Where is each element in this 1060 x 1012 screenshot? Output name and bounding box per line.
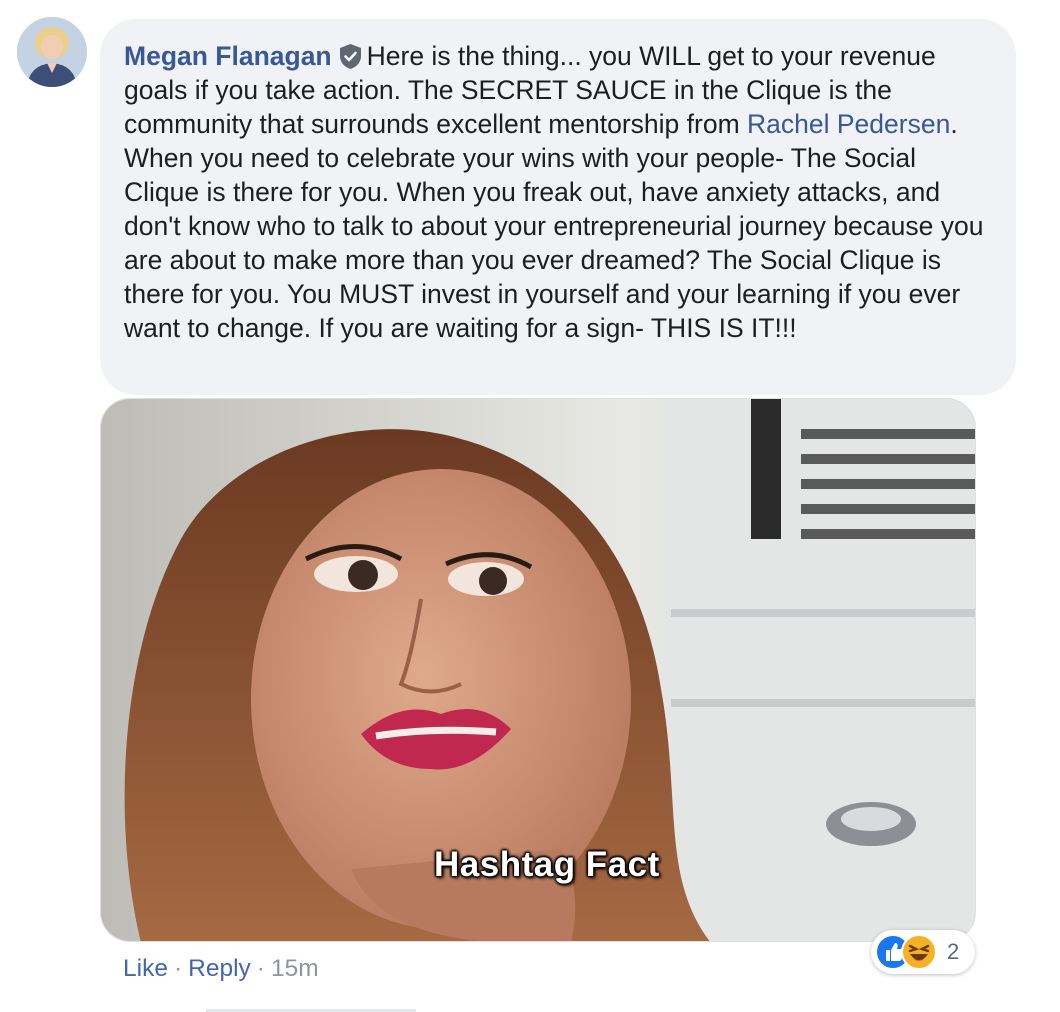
gif-caption: Hashtag Fact — [434, 845, 660, 884]
separator: · — [173, 955, 183, 982]
haha-icon — [901, 934, 937, 970]
comment-text-part-2: . When you need to celebrate your wins w… — [124, 109, 984, 343]
reaction-count: 2 — [947, 939, 960, 964]
comment-bubble: Megan Flanagan Here is the thing... you W… — [100, 19, 1016, 395]
comment-actions: Like · Reply · 15m — [123, 955, 319, 983]
reactions-summary[interactable]: 2 — [871, 930, 975, 974]
comment-timestamp[interactable]: 15m — [271, 955, 319, 982]
comment-author[interactable]: Megan Flanagan — [124, 41, 332, 71]
like-button[interactable]: Like — [123, 955, 168, 982]
gif-attachment[interactable]: Hashtag Fact — [100, 398, 976, 942]
avatar-image — [17, 17, 87, 87]
mention-link[interactable]: Rachel Pedersen — [747, 109, 950, 139]
avatar[interactable] — [17, 17, 87, 87]
verified-badge-icon — [338, 43, 363, 70]
reply-button[interactable]: Reply — [188, 955, 251, 982]
separator: · — [256, 955, 265, 982]
